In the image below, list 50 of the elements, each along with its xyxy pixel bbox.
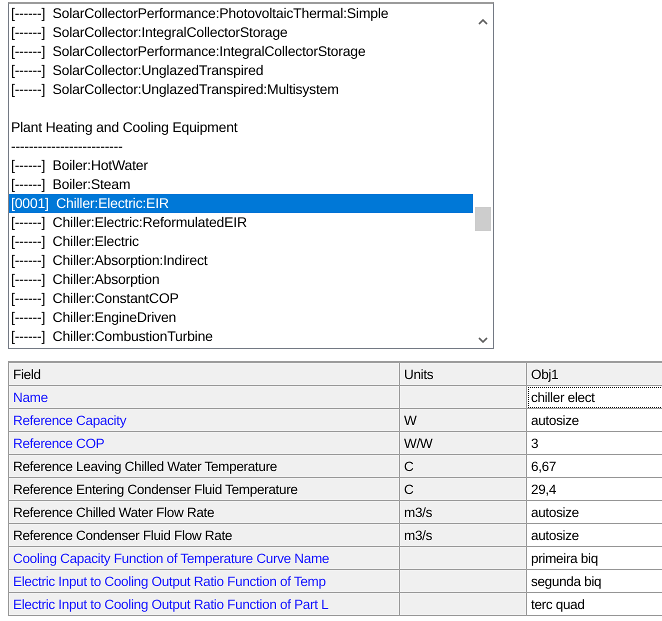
field-name-cell: Name bbox=[8, 386, 400, 408]
object-list-item[interactable]: [------] Chiller:Electric:ReformulatedEIR bbox=[9, 213, 473, 232]
column-header: Units bbox=[400, 362, 526, 386]
object-list-item[interactable]: [------] Chiller:EngineDriven bbox=[9, 308, 473, 327]
value-cell[interactable]: autosize bbox=[526, 408, 662, 432]
object-list-item[interactable]: [------] Chiller:Electric bbox=[9, 232, 473, 251]
object-list-item[interactable]: [0001] Chiller:Electric:EIR bbox=[9, 194, 473, 213]
column-header: Obj1 bbox=[526, 362, 662, 386]
units-cell: C bbox=[400, 454, 526, 478]
object-list-item[interactable]: [------] Boiler:HotWater bbox=[9, 156, 473, 175]
group-heading: ------------------------- bbox=[11, 138, 123, 154]
field-name-cell: Reference Leaving Chilled Water Temperature bbox=[8, 454, 400, 478]
group-heading: Plant Heating and Cooling Equipment bbox=[11, 119, 238, 135]
object-list-item[interactable]: [------] Chiller:ConstantCOP bbox=[9, 289, 473, 308]
object-list-item[interactable]: [------] SolarCollectorPerformance:IntegralCollectorStorage bbox=[9, 42, 473, 61]
field-name-cell: Reference COP bbox=[8, 432, 400, 454]
scroll-up-icon[interactable] bbox=[478, 18, 488, 25]
value-cell[interactable]: segunda biq bbox=[526, 570, 662, 592]
object-list-item[interactable]: [------] Chiller:Absorption bbox=[9, 270, 473, 289]
units-cell: C bbox=[400, 478, 526, 500]
field-name-cell: Cooling Capacity Function of Temperature Curve Name bbox=[8, 546, 400, 570]
field-name-cell: Electric Input to Cooling Output Ratio Function of Part L bbox=[8, 592, 400, 616]
units-cell: W bbox=[400, 408, 526, 432]
field-name-cell: Reference Entering Condenser Fluid Temperature bbox=[8, 478, 400, 500]
column-header: Field bbox=[8, 362, 400, 386]
value-cell[interactable]: terc quad bbox=[526, 592, 662, 616]
field-name-cell: Reference Capacity bbox=[8, 408, 400, 432]
field-name-cell: Reference Chilled Water Flow Rate bbox=[8, 500, 400, 524]
field-name-cell: Reference Condenser Fluid Flow Rate bbox=[8, 524, 400, 546]
units-cell: W/W bbox=[400, 432, 526, 454]
object-list-item[interactable]: [------] Boiler:Steam bbox=[9, 175, 473, 194]
units-cell: m3/s bbox=[400, 524, 526, 546]
object-list-item[interactable]: [------] SolarCollector:UnglazedTranspired bbox=[9, 61, 473, 80]
value-cell[interactable]: primeira biq bbox=[526, 546, 662, 570]
value-cell[interactable]: 29,4 bbox=[526, 478, 662, 500]
value-cell[interactable]: 6,67 bbox=[526, 454, 662, 478]
value-cell[interactable]: autosize bbox=[526, 524, 662, 546]
object-list-item[interactable]: [------] SolarCollectorPerformance:PhotovoltaicThermal:Simple bbox=[9, 4, 473, 23]
object-list-item[interactable]: [------] Chiller:CombustionTurbine bbox=[9, 327, 473, 346]
units-cell: m3/s bbox=[400, 500, 526, 524]
object-list[interactable] bbox=[8, 2, 494, 349]
scroll-down-icon[interactable] bbox=[478, 337, 488, 344]
field-name-cell: Electric Input to Cooling Output Ratio Function of Temp bbox=[8, 570, 400, 592]
object-list-item[interactable]: [------] Chiller:Absorption:Indirect bbox=[9, 251, 473, 270]
scroll-thumb[interactable] bbox=[475, 207, 491, 231]
value-cell[interactable]: autosize bbox=[526, 500, 662, 524]
object-list-item[interactable]: [------] SolarCollector:UnglazedTranspired:Multisystem bbox=[9, 80, 473, 99]
value-cell[interactable]: chiller elect bbox=[526, 386, 662, 408]
value-cell[interactable]: 3 bbox=[526, 432, 662, 454]
object-list-item[interactable]: [------] SolarCollector:IntegralCollectorStorage bbox=[9, 23, 473, 42]
